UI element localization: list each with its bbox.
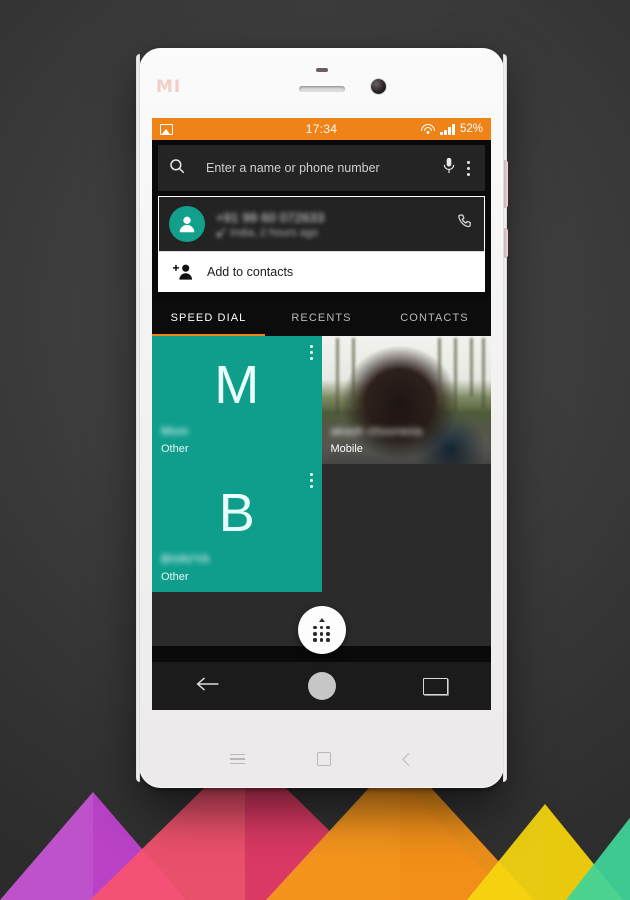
search-overflow-icon[interactable] [457, 160, 475, 176]
speed-dial-grid: M Mom Other akash chourasia Mobile B BHA… [152, 336, 491, 646]
tile-overflow-icon[interactable] [309, 473, 313, 488]
incoming-call-arrow-icon [217, 227, 226, 237]
search-icon[interactable] [168, 157, 190, 180]
tab-contacts[interactable]: CONTACTS [378, 300, 491, 336]
home-circle-icon[interactable] [307, 672, 336, 700]
back-arrow-icon[interactable] [195, 675, 221, 698]
tile-initial: B [218, 483, 255, 543]
search-input[interactable]: Enter a name or phone number [190, 161, 441, 176]
tile-overflow-icon[interactable] [309, 345, 313, 360]
dialpad-fab[interactable] [297, 606, 346, 654]
battery-percent: 52% [459, 123, 483, 135]
tile-contact-name: akash chourasia [330, 424, 423, 438]
tile-contact-name: Mom [161, 424, 189, 438]
phone-device: MI 17:34 52% Enter a name or phone numbe… [136, 48, 508, 788]
phone-screen: 17:34 52% Enter a name or phone number +… [152, 118, 491, 710]
phone-left-edge [136, 54, 140, 782]
recents-rectangle-icon[interactable] [422, 677, 448, 695]
suggested-call-meta: India, 2 hours ago [216, 227, 454, 239]
mi-logo: MI [156, 77, 182, 97]
tab-speed-dial[interactable]: SPEED DIAL [152, 300, 265, 336]
speed-dial-tile[interactable]: B BHAVYA Other [152, 464, 322, 592]
tile-contact-name: BHAVYA [161, 552, 210, 566]
front-camera-icon [371, 79, 386, 94]
speed-dial-tile[interactable]: akash chourasia Mobile [321, 336, 491, 464]
person-add-icon [169, 263, 199, 281]
suggested-number-row[interactable]: +91 99 60 072633 India, 2 hours ago [159, 197, 484, 251]
number-suggestion-card: +91 99 60 072633 India, 2 hours ago Add … [158, 196, 485, 292]
capacitive-key-row [139, 752, 504, 766]
phone-icon[interactable] [454, 213, 474, 235]
tile-number-label: Mobile [330, 443, 363, 455]
proximity-sensor-icon [315, 68, 328, 72]
mountain-triangle [566, 789, 630, 900]
speed-dial-tile[interactable]: M Mom Other [152, 336, 322, 464]
status-bar-right: 52% [421, 123, 483, 135]
search-bar[interactable]: Enter a name or phone number [158, 145, 485, 191]
tab-recents[interactable]: RECENTS [265, 300, 378, 336]
add-to-contacts-label[interactable]: Add to contacts [199, 265, 293, 279]
earpiece-speaker [298, 86, 345, 92]
suggested-call-meta-label: India, 2 hours ago [230, 226, 319, 239]
dialer-tabs: SPEED DIAL RECENTS CONTACTS [152, 300, 491, 336]
android-navigation-bar [152, 662, 491, 710]
volume-button[interactable] [504, 160, 508, 208]
power-button[interactable] [504, 228, 508, 258]
back-chevron-icon[interactable] [401, 752, 415, 766]
suggested-phone-number: +91 99 60 072633 [216, 209, 325, 225]
microphone-icon[interactable] [441, 157, 457, 180]
add-to-contacts-row[interactable]: Add to contacts [159, 251, 484, 291]
menu-icon[interactable] [230, 753, 246, 765]
tile-initial: M [214, 355, 260, 415]
home-square-icon[interactable] [317, 752, 332, 766]
signal-icon [440, 123, 455, 135]
tile-number-label: Other [161, 443, 189, 455]
dialpad-icon [313, 618, 330, 642]
contact-avatar-icon [169, 206, 205, 242]
status-bar: 17:34 52% [152, 118, 491, 140]
suggested-number-text: +91 99 60 072633 India, 2 hours ago [205, 210, 454, 239]
tile-number-label: Other [161, 571, 189, 583]
wifi-icon [421, 123, 436, 135]
